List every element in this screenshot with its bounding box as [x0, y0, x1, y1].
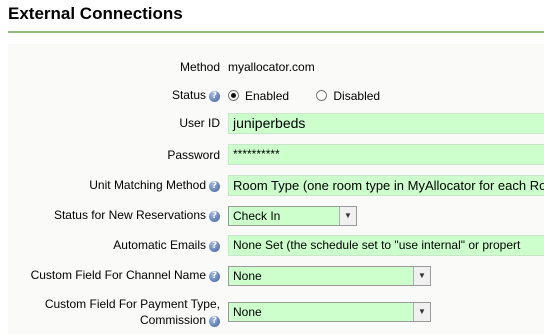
unit-matching-row: Unit Matching Method? Room Type (one roo…: [8, 174, 544, 198]
new-res-status-label-wrap: Status for New Reservations?: [8, 208, 220, 222]
channel-name-label-wrap: Custom Field For Channel Name?: [8, 268, 220, 282]
chevron-down-icon[interactable]: ▼: [339, 207, 356, 225]
radio-disabled[interactable]: [316, 90, 328, 101]
unit-matching-select[interactable]: Room Type (one room type in MyAllocator …: [228, 175, 544, 196]
radio-enabled[interactable]: [228, 90, 239, 101]
user-id-label: User ID: [179, 116, 220, 130]
settings-panel: Method myallocator.com Status? Enabled D…: [8, 44, 544, 334]
title-divider: [8, 31, 544, 33]
payment-type-row: Custom Field For Payment Type, Commissio…: [8, 296, 544, 330]
unit-matching-label-wrap: Unit Matching Method?: [8, 178, 220, 192]
method-label: Method: [179, 60, 220, 74]
status-row: Status? Enabled Disabled: [8, 84, 544, 108]
new-res-status-value: Check In: [233, 209, 281, 223]
method-row: Method myallocator.com: [8, 56, 544, 80]
payment-type-value: None: [233, 305, 262, 319]
help-icon[interactable]: ?: [209, 271, 220, 282]
channel-name-select[interactable]: None ▼: [228, 266, 431, 286]
payment-type-label-line1: Custom Field For Payment Type,: [44, 297, 220, 311]
auto-emails-label: Automatic Emails: [113, 238, 206, 252]
channel-name-row: Custom Field For Channel Name? None ▼: [8, 264, 544, 288]
help-icon[interactable]: ?: [209, 241, 220, 252]
help-icon[interactable]: ?: [209, 211, 220, 222]
status-enabled-label: Enabled: [245, 89, 290, 103]
status-label: Status: [171, 88, 206, 102]
unit-matching-label: Unit Matching Method: [89, 178, 206, 192]
password-input[interactable]: **********: [228, 144, 544, 165]
new-res-status-select[interactable]: Check In ▼: [228, 206, 357, 226]
new-res-status-row: Status for New Reservations? Check In ▼: [8, 204, 544, 228]
status-label-wrap: Status?: [8, 88, 220, 102]
payment-type-label-line2: Commission: [139, 313, 206, 327]
user-id-row: User ID juniperbeds: [8, 112, 544, 136]
chevron-down-icon[interactable]: ▼: [413, 267, 430, 285]
page-title: External Connections: [8, 4, 183, 23]
status-enabled-option[interactable]: Enabled: [228, 89, 292, 103]
auto-emails-label-wrap: Automatic Emails?: [8, 238, 220, 252]
password-label: Password: [167, 148, 220, 162]
new-res-status-label: Status for New Reservations: [53, 208, 206, 222]
chevron-down-icon[interactable]: ▼: [413, 303, 430, 321]
payment-type-label-wrap: Custom Field For Payment Type, Commissio…: [8, 296, 220, 328]
channel-name-label: Custom Field For Channel Name: [30, 268, 206, 282]
status-radios: Enabled Disabled: [228, 89, 380, 103]
help-icon[interactable]: ?: [209, 181, 220, 192]
password-row: Password **********: [8, 144, 544, 168]
auto-emails-select[interactable]: None Set (the schedule set to "use inter…: [228, 235, 544, 256]
help-icon[interactable]: ?: [209, 316, 220, 327]
status-disabled-option[interactable]: Disabled: [316, 89, 380, 103]
method-value: myallocator.com: [228, 60, 315, 74]
help-icon[interactable]: ?: [209, 91, 220, 102]
auto-emails-row: Automatic Emails? None Set (the schedule…: [8, 234, 544, 258]
channel-name-value: None: [233, 269, 262, 283]
user-id-input[interactable]: juniperbeds: [228, 113, 544, 134]
payment-type-select[interactable]: None ▼: [228, 302, 431, 322]
status-disabled-label: Disabled: [333, 89, 381, 103]
